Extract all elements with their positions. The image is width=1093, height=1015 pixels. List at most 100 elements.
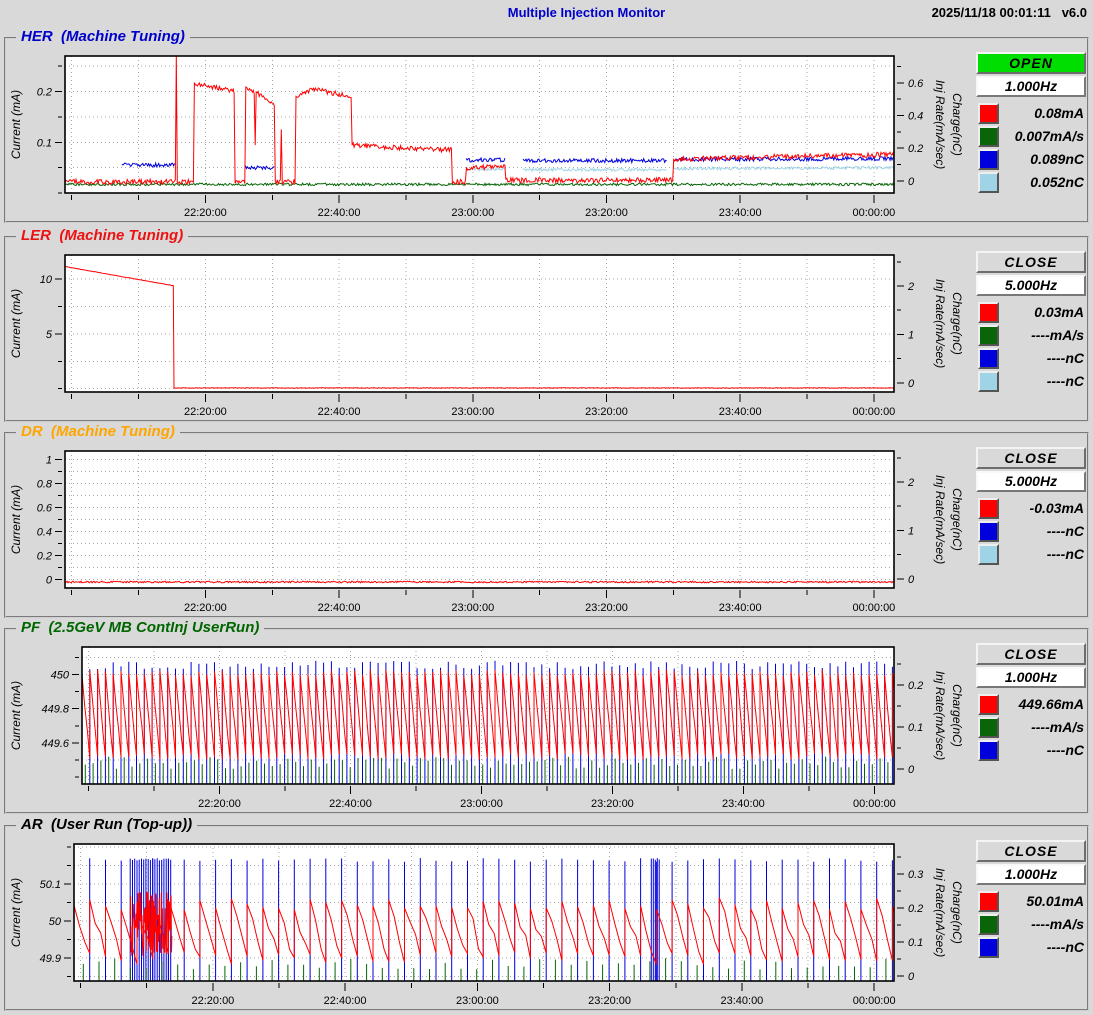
panel-dr: DR (Machine Tuning) 00.20.40.60.8101222:… (4, 432, 1089, 618)
legend-row-inj-rate: 0.007mA/s (976, 126, 1086, 147)
panel-title-her: HER (Machine Tuning) (16, 28, 190, 45)
right-axis-title-charge: Charge(nC) (950, 93, 964, 156)
charge-b-value: 0.052nC (1030, 172, 1084, 192)
svg-text:22:20:00: 22:20:00 (184, 602, 227, 614)
spacer (1051, 5, 1062, 20)
shutter-status-button-ar[interactable]: CLOSE (976, 840, 1086, 862)
svg-text:23:00:00: 23:00:00 (460, 798, 503, 810)
svg-text:0.6: 0.6 (908, 78, 924, 90)
charge-a-value: 0.089nC (1030, 149, 1084, 169)
right-axis-title-injrate: Inj Rate(mA/sec) (933, 80, 947, 169)
current-value: 0.03mA (1034, 302, 1084, 322)
plot-area (74, 844, 894, 981)
legend-row-charge-b: 0.052nC (976, 172, 1086, 193)
legend-row-current: -0.03mA (976, 498, 1086, 519)
right-axis-title-injrate: Inj Rate(mA/sec) (933, 671, 947, 760)
svg-text:00:00:00: 00:00:00 (853, 995, 896, 1007)
svg-text:00:00:00: 00:00:00 (853, 798, 896, 810)
charge-a-swatch (978, 149, 999, 170)
current-swatch (978, 302, 999, 323)
current-value: 449.66mA (1019, 694, 1084, 714)
charge-b-value: ----nC (1047, 544, 1084, 564)
app-title: Multiple Injection Monitor (0, 5, 1093, 20)
svg-text:0: 0 (908, 176, 915, 188)
svg-text:23:20:00: 23:20:00 (585, 406, 628, 418)
svg-text:23:20:00: 23:20:00 (591, 798, 634, 810)
charge-a-value: ----nC (1047, 937, 1084, 957)
svg-text:1: 1 (46, 454, 52, 466)
svg-text:22:40:00: 22:40:00 (318, 602, 361, 614)
svg-text:50: 50 (49, 916, 62, 928)
svg-text:23:20:00: 23:20:00 (585, 207, 628, 219)
charge-b-swatch (978, 172, 999, 193)
svg-text:1: 1 (908, 329, 914, 341)
plot-area (65, 56, 894, 193)
inj-rate-swatch (978, 325, 999, 346)
inj-rate-swatch (978, 126, 999, 147)
svg-text:10: 10 (40, 274, 53, 286)
svg-text:0.2: 0.2 (908, 680, 923, 692)
svg-text:23:00:00: 23:00:00 (451, 207, 494, 219)
panel-title-ler: LER (Machine Tuning) (16, 227, 188, 244)
injection-rate-dr: 5.000Hz (976, 471, 1086, 492)
shutter-status-button-pf[interactable]: CLOSE (976, 643, 1086, 665)
svg-text:23:00:00: 23:00:00 (456, 995, 499, 1007)
svg-text:0: 0 (908, 764, 915, 776)
shutter-status-button-ler[interactable]: CLOSE (976, 251, 1086, 273)
right-axis-title-injrate: Inj Rate(mA/sec) (933, 475, 947, 564)
legend-row-current: 0.08mA (976, 103, 1086, 124)
legend-row-charge-b: ----nC (976, 544, 1086, 565)
inj-rate-swatch (978, 914, 999, 935)
inj-rate-swatch (978, 717, 999, 738)
svg-text:22:20:00: 22:20:00 (191, 995, 234, 1007)
datetime-version: 2025/11/18 00:01:11 v6.0 (932, 5, 1087, 20)
right-axis-title-charge: Charge(nC) (950, 488, 964, 551)
legend-row-current: 0.03mA (976, 302, 1086, 323)
chart-ler: 51001222:20:0022:40:0023:00:0023:20:0023… (6, 238, 976, 424)
svg-text:0: 0 (908, 378, 915, 390)
panel-controls-ler: CLOSE 5.000Hz 0.03mA----mA/s----nC----nC (976, 238, 1086, 420)
svg-text:449.8: 449.8 (41, 704, 69, 716)
right-axis-title-injrate: Inj Rate(mA/sec) (933, 868, 947, 957)
shutter-status-button-her[interactable]: OPEN (976, 52, 1086, 74)
shutter-status-button-dr[interactable]: CLOSE (976, 447, 1086, 469)
charge-b-swatch (978, 544, 999, 565)
left-axis-title: Current (mA) (9, 90, 23, 159)
charge-a-value: ----nC (1047, 348, 1084, 368)
charge-b-value: ----nC (1047, 371, 1084, 391)
svg-text:22:40:00: 22:40:00 (324, 995, 367, 1007)
svg-text:49.9: 49.9 (40, 953, 61, 965)
svg-text:23:40:00: 23:40:00 (719, 207, 762, 219)
svg-text:0.1: 0.1 (908, 937, 923, 949)
current-swatch (978, 103, 999, 124)
svg-text:5: 5 (46, 329, 53, 341)
svg-text:22:20:00: 22:20:00 (184, 207, 227, 219)
svg-text:0.4: 0.4 (908, 111, 923, 123)
left-axis-title: Current (mA) (9, 485, 23, 554)
inj-rate-value: 0.007mA/s (1015, 126, 1084, 146)
panel-her: HER (Machine Tuning) 0.10.200.20.40.622:… (4, 37, 1089, 223)
right-axis-title-injrate: Inj Rate(mA/sec) (933, 279, 947, 368)
charge-a-swatch (978, 937, 999, 958)
current-swatch (978, 498, 999, 519)
chart-dr: 00.20.40.60.8101222:20:0022:40:0023:00:0… (6, 434, 976, 620)
charge-b-swatch (978, 371, 999, 392)
svg-text:23:40:00: 23:40:00 (719, 406, 762, 418)
svg-text:22:20:00: 22:20:00 (198, 798, 241, 810)
svg-text:00:00:00: 00:00:00 (852, 602, 895, 614)
svg-text:0.2: 0.2 (908, 903, 923, 915)
svg-text:0: 0 (46, 575, 53, 587)
inj-rate-value: ----mA/s (1031, 325, 1084, 345)
right-axis-title-charge: Charge(nC) (950, 881, 964, 944)
svg-text:23:40:00: 23:40:00 (722, 798, 765, 810)
svg-text:0.4: 0.4 (37, 527, 52, 539)
panel-controls-dr: CLOSE 5.000Hz -0.03mA----nC----nC (976, 434, 1086, 616)
legend-row-current: 449.66mA (976, 694, 1086, 715)
current-value: 50.01mA (1026, 891, 1084, 911)
svg-text:23:00:00: 23:00:00 (451, 602, 494, 614)
charge-a-swatch (978, 740, 999, 761)
svg-text:22:40:00: 22:40:00 (318, 207, 361, 219)
chart-pf: 449.6449.845000.10.222:20:0022:40:0023:0… (6, 630, 976, 816)
svg-text:0.1: 0.1 (908, 722, 923, 734)
legend-row-inj-rate: ----mA/s (976, 914, 1086, 935)
